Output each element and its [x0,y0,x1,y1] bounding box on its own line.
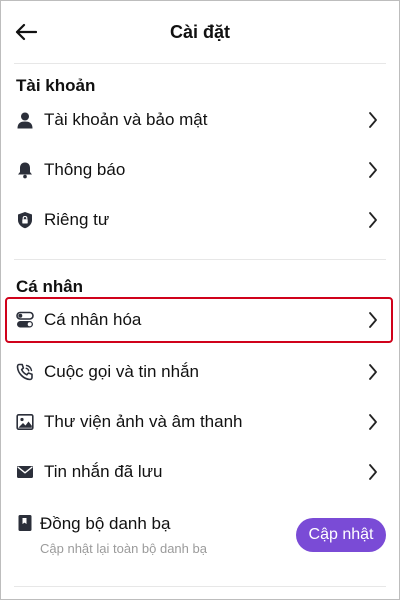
contact-book-icon [16,514,34,532]
settings-item-privacy[interactable]: Riêng tư [14,200,386,240]
user-icon [16,111,34,129]
toggle-icon [16,311,34,329]
settings-item-label: Tin nhắn đã lưu [44,462,163,481]
chevron-right-icon [366,212,380,228]
settings-item-label: Tài khoản và bảo mật [44,110,208,129]
settings-item-calls-messages[interactable]: Cuộc gọi và tin nhắn [14,352,386,392]
section-divider [14,259,386,260]
contact-sync-row: Đồng bộ danh bạ Cập nhật lại toàn bộ dan… [14,510,386,566]
settings-item-label: Cuộc gọi và tin nhắn [44,362,199,381]
image-icon [16,413,34,431]
header: Cài đặt [0,0,400,64]
mail-icon [16,463,34,481]
settings-item-notifications[interactable]: Thông báo [14,150,386,190]
bell-icon [16,161,34,179]
chevron-right-icon [366,312,380,328]
page-title: Cài đặt [169,22,230,42]
update-contacts-button[interactable]: Cập nhật [296,518,386,552]
chevron-right-icon [366,112,380,128]
phone-icon [16,363,34,381]
settings-item-personalization[interactable]: Cá nhân hóa [14,300,386,340]
settings-item-media-library[interactable]: Thư viện ảnh và âm thanh [14,402,386,442]
chevron-right-icon [366,414,380,430]
settings-item-label: Cá nhân hóa [44,310,142,329]
chevron-right-icon [366,464,380,480]
settings-item-label: Riêng tư [44,210,110,229]
settings-item-saved-messages[interactable]: Tin nhắn đã lưu [14,452,386,492]
chevron-right-icon [366,162,380,178]
header-divider [14,63,386,64]
contact-sync-title: Đồng bộ danh bạ [40,514,171,533]
settings-item-label: Thông báo [44,160,126,179]
section-title-personal: Cá nhân [16,277,84,296]
chevron-right-icon [366,364,380,380]
settings-item-label: Thư viện ảnh và âm thanh [44,412,243,431]
section-title-account: Tài khoản [16,76,96,95]
contact-sync-subtitle: Cập nhật lại toàn bộ danh bạ [40,541,207,556]
settings-item-account-security[interactable]: Tài khoản và bảo mật [14,100,386,140]
lock-shield-icon [16,211,34,229]
bottom-divider [14,586,386,587]
